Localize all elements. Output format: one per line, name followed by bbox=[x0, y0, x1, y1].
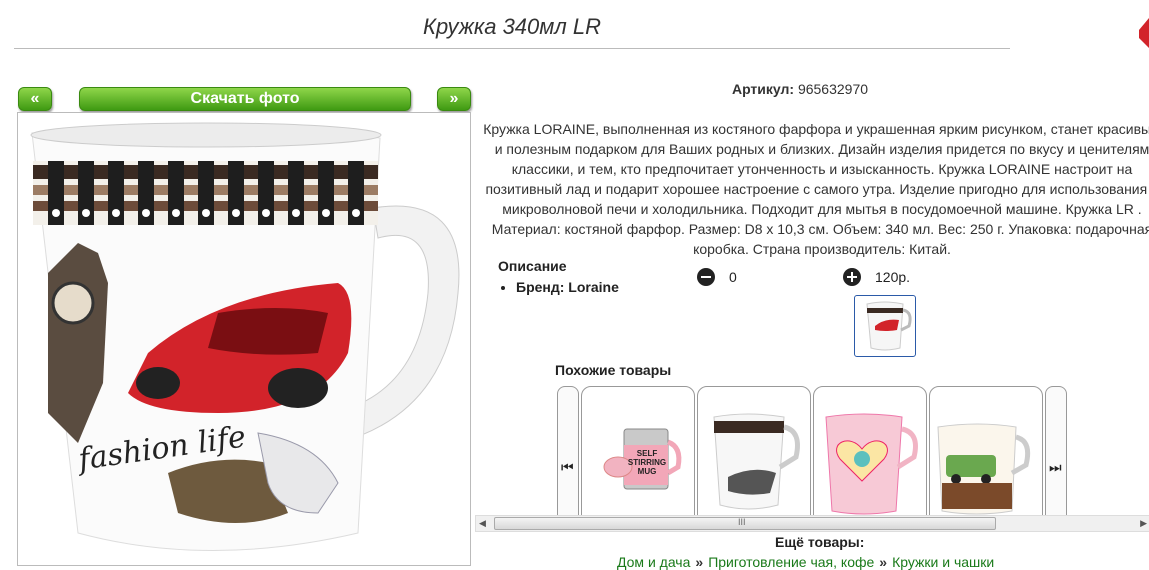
quantity-control: 0 bbox=[697, 268, 737, 286]
photo-thumbnail[interactable] bbox=[854, 295, 916, 357]
similar-item[interactable] bbox=[929, 386, 1043, 518]
fashion-mug-image bbox=[713, 413, 800, 510]
product-description: Кружка LORAINE, выполненная из костяного… bbox=[483, 121, 1149, 257]
scroll-left-icon[interactable]: ◀ bbox=[479, 516, 486, 531]
properties-list: Бренд: Loraine bbox=[498, 279, 619, 295]
product-photo[interactable]: fashion life bbox=[17, 112, 471, 566]
heart-mug-image bbox=[825, 413, 918, 515]
mug-image bbox=[30, 122, 460, 551]
self-stirring-mug-text: SELF STIRRING MUG bbox=[627, 449, 667, 476]
prev-photo-button[interactable]: « bbox=[18, 87, 52, 111]
similar-products-title: Похожие товары bbox=[555, 362, 672, 378]
plus-icon[interactable] bbox=[843, 268, 861, 286]
next-photo-button[interactable]: » bbox=[437, 87, 471, 111]
scrollbar-grip: III bbox=[738, 517, 746, 527]
brand-item: Бренд: Loraine bbox=[516, 279, 619, 295]
skip-back-icon: ⏮ bbox=[561, 459, 574, 475]
similar-item[interactable]: SELF STIRRING MUG bbox=[581, 386, 695, 518]
sku-line: Артикул: 965632970 bbox=[600, 81, 1000, 97]
sku-label: Артикул: bbox=[731, 81, 795, 97]
scrollbar-thumb[interactable]: III bbox=[494, 517, 996, 530]
properties-title: Описание bbox=[498, 258, 567, 274]
cafe-mug-image bbox=[937, 423, 1031, 515]
similar-item[interactable] bbox=[697, 386, 811, 518]
carousel-prev-button[interactable]: ⏮ bbox=[557, 386, 579, 518]
page-title: Кружка 340мл LR bbox=[14, 14, 1010, 49]
minus-icon[interactable] bbox=[697, 268, 715, 286]
carousel-next-button[interactable]: ⏭ bbox=[1045, 386, 1067, 518]
similar-item[interactable] bbox=[813, 386, 927, 518]
red-corner-icon[interactable] bbox=[1137, 18, 1149, 48]
quantity-value: 0 bbox=[729, 269, 737, 285]
sku-value: 965632970 bbox=[797, 81, 869, 97]
price-value: 120р. bbox=[875, 269, 911, 285]
scroll-right-icon[interactable]: ▶ bbox=[1140, 516, 1147, 531]
skip-forward-icon: ⏭ bbox=[1049, 459, 1062, 475]
download-photo-button[interactable]: Скачать фото bbox=[79, 87, 411, 111]
horizontal-scrollbar[interactable]: ◀ III ▶ bbox=[475, 515, 1149, 532]
mug-thumbnail-icon bbox=[866, 301, 912, 351]
more-products-title: Ещё товары: bbox=[775, 534, 865, 550]
price-control: 120р. bbox=[843, 268, 910, 286]
